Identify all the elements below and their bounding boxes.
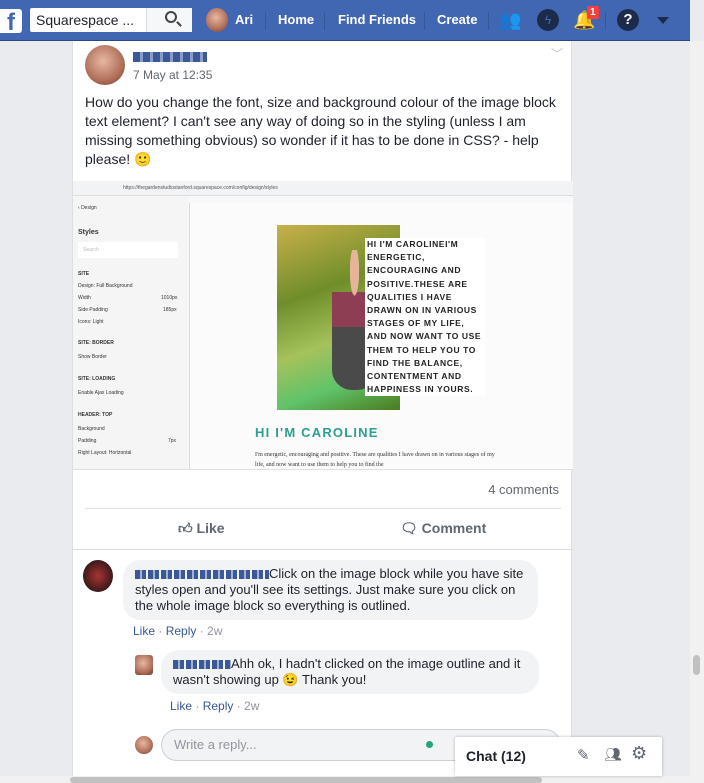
like-label: Like	[196, 520, 225, 536]
divider	[73, 549, 573, 550]
panel-title: Styles	[78, 229, 99, 236]
page-heading: HI I'M CAROLINE	[255, 425, 379, 440]
nav-home[interactable]: Home	[278, 0, 314, 40]
like-button[interactable]: 👍︎ Like	[178, 520, 225, 537]
settings-gear-icon[interactable]: ⚙	[631, 743, 647, 764]
reply-like-link[interactable]: Like	[170, 699, 192, 713]
comment-like-link[interactable]: Like	[133, 624, 155, 638]
online-dot-icon	[426, 741, 433, 748]
post-options-chevron-icon[interactable]: ﹀	[551, 45, 563, 62]
reply-reply-link[interactable]: Reply	[203, 699, 234, 713]
setting: Side Padding	[78, 307, 108, 313]
setting: Padding	[78, 438, 97, 444]
thumbs-up-icon: 👍︎	[178, 520, 193, 536]
nav-create[interactable]: Create	[437, 0, 477, 40]
current-user-avatar	[135, 736, 153, 754]
divider	[488, 12, 489, 30]
author-avatar[interactable]	[85, 45, 125, 85]
divider	[324, 12, 325, 30]
setting: Show Border	[78, 354, 107, 360]
setting: SITE	[78, 271, 90, 277]
divider	[85, 508, 561, 509]
image-overlay-text: HI I'M CAROLINEI'M ENERGETIC, ENCOURAGIN…	[365, 238, 485, 397]
create-group-icon[interactable]: 👥︎	[604, 746, 622, 763]
search-icon[interactable]	[165, 11, 177, 23]
panel-search: Search	[78, 242, 178, 258]
new-message-icon[interactable]: ✎	[577, 746, 590, 764]
divider	[265, 12, 266, 30]
setting: Right Layout: Horizontal	[78, 450, 132, 456]
nav-find-friends[interactable]: Find Friends	[338, 0, 416, 40]
commenter-name[interactable]	[135, 570, 269, 580]
search-value: Squarespace ...	[36, 12, 135, 28]
setting-value: 1010px	[161, 295, 178, 301]
commenter-avatar[interactable]	[83, 560, 113, 592]
post-card: 7 May at 12:35 ﹀ How do you change the f…	[72, 41, 573, 776]
screenshot-page-preview: HI I'M CAROLINEI'M ENERGETIC, ENCOURAGIN…	[189, 203, 573, 469]
back-link: ‹ Design	[78, 205, 97, 211]
post-timestamp[interactable]: 7 May at 12:35	[133, 68, 212, 82]
reply-bubble: Ahh ok, I hadn't clicked on the image ou…	[161, 650, 539, 694]
setting-value: 185px	[163, 307, 177, 313]
setting: HEADER: TOP	[78, 412, 113, 418]
reply-avatar[interactable]	[135, 655, 153, 675]
comment-count[interactable]: 4 comments	[488, 482, 559, 497]
comment-bubble-icon: 🗨︎	[400, 520, 418, 536]
post-screenshot-image[interactable]: https://thegardenstudiostanford.squaresp…	[73, 181, 573, 470]
author-name[interactable]	[133, 52, 207, 62]
comment-age[interactable]: 2w	[207, 624, 222, 638]
vertical-scrollbar[interactable]	[690, 41, 704, 776]
reply-age[interactable]: 2w	[244, 699, 259, 713]
facebook-logo[interactable]: f	[0, 9, 22, 33]
comment-button[interactable]: 🗨︎ Comment	[400, 520, 486, 537]
profile-link[interactable]: Ari	[235, 0, 253, 40]
vertical-scroll-thumb[interactable]	[693, 655, 700, 675]
page-body-text: I'm energetic, encouraging and positive.…	[255, 452, 495, 468]
divider	[605, 12, 606, 30]
chat-bar[interactable]: Chat (12) ✎ 👥︎ ⚙	[455, 737, 662, 776]
setting: SITE: BORDER	[78, 340, 114, 346]
messenger-icon[interactable]: ϟ	[537, 9, 559, 31]
comment-actions: Like · Reply · 2w	[133, 624, 223, 638]
friend-requests-icon[interactable]: 👥	[499, 9, 521, 31]
comment-label: Comment	[421, 520, 487, 536]
notification-badge: 1	[587, 6, 599, 19]
setting: Enable Ajax Loading	[78, 390, 124, 396]
horizontal-scroll-thumb[interactable]	[70, 777, 542, 783]
search-input[interactable]: Squarespace ...	[30, 8, 192, 32]
top-navbar: f Squarespace ... Ari Home Find Friends …	[0, 0, 690, 41]
divider	[424, 12, 425, 30]
account-menu-caret-icon[interactable]	[657, 17, 669, 30]
post-text: How do you change the font, size and bac…	[85, 94, 556, 167]
replier-name[interactable]	[173, 660, 231, 670]
user-avatar[interactable]	[206, 8, 228, 32]
chat-label[interactable]: Chat (12)	[466, 748, 526, 764]
setting: Background	[78, 426, 105, 432]
screenshot-styles-panel: ‹ Design Styles Search SITE Design: Full…	[73, 197, 187, 469]
setting: Width	[78, 295, 91, 301]
reply-actions: Like · Reply · 2w	[170, 699, 260, 713]
setting: SITE: LOADING	[78, 376, 116, 382]
horizontal-scrollbar[interactable]	[0, 776, 704, 783]
setting: Design: Full Background	[78, 283, 133, 289]
comment-reply-link[interactable]: Reply	[166, 624, 197, 638]
screenshot-url-bar: https://thegardenstudiostanford.squaresp…	[73, 181, 573, 196]
setting-value: 7px	[168, 438, 177, 444]
setting: Icons: Light	[78, 319, 104, 325]
help-icon[interactable]: ?	[617, 9, 639, 31]
comment-bubble: Click on the image block while you have …	[123, 560, 538, 620]
